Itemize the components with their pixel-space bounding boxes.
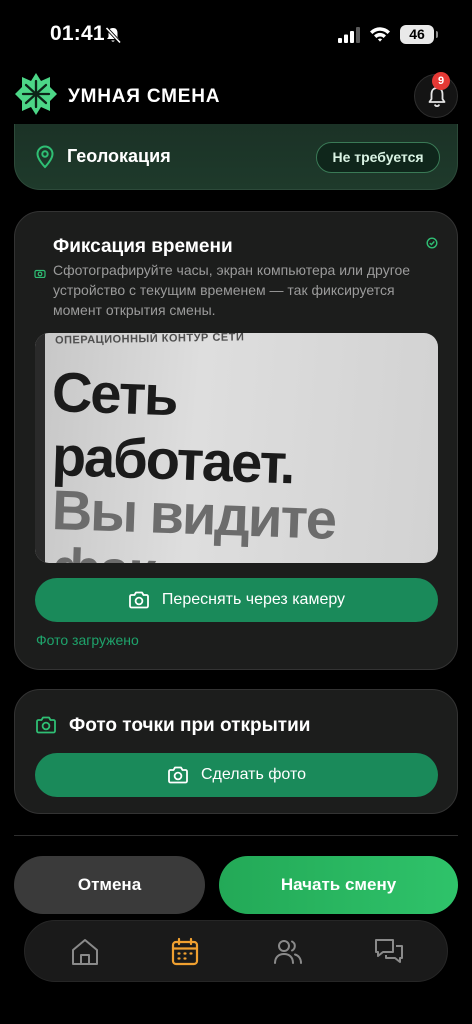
status-bar: 01:41 46 (0, 0, 472, 60)
photo-text-line: Сеть (50, 360, 178, 428)
geolocation-status-badge: Не требуется (316, 142, 440, 173)
take-photo-label: Сделать фото (200, 766, 306, 783)
battery-indicator: 46 (400, 25, 438, 44)
geolocation-label: Геолокация (67, 146, 171, 166)
app-header: УМНАЯ СМЕНА 9 (0, 68, 472, 124)
cellular-signal-icon (338, 27, 360, 43)
time-fixation-description: Сфотографируйте часы, экран компьютера и… (53, 262, 411, 318)
time-fixation-card: Фиксация времени Сфотографируйте часы, э… (14, 211, 458, 670)
photo-edge-shadow (35, 333, 45, 563)
opening-photo-title: Фото точки при открытии (69, 715, 311, 736)
geolocation-card: Геолокация Не требуется (14, 124, 458, 190)
camera-small-icon (34, 269, 46, 278)
chat-icon (375, 939, 403, 963)
tab-calendar[interactable] (165, 933, 205, 971)
retake-photo-button[interactable]: Переснять через камеру (35, 578, 438, 622)
app-title: УМНАЯ СМЕНА (68, 86, 221, 107)
wifi-icon (370, 27, 390, 42)
status-time: 01:41 (50, 22, 105, 45)
photo-uploaded-status: Фото загружено (36, 632, 139, 648)
calendar-icon (171, 937, 199, 966)
photo-text-line: фак (51, 536, 155, 563)
check-circle-icon (426, 237, 438, 249)
photo-text-caption: ОПЕРАЦИОННЫЙ КОНТУР СЕТИ (54, 333, 245, 347)
app-logo-icon (15, 73, 57, 115)
bottom-tab-bar (24, 920, 448, 982)
notification-badge: 9 (432, 72, 450, 90)
tab-home[interactable] (65, 933, 105, 971)
section-divider (14, 835, 458, 836)
start-shift-button[interactable]: Начать смену (219, 856, 458, 914)
camera-outline-icon (36, 716, 56, 734)
location-pin-icon (36, 145, 54, 169)
users-icon (274, 940, 302, 964)
cancel-button[interactable]: Отмена (14, 856, 205, 914)
tab-team[interactable] (268, 933, 308, 971)
uploaded-photo-preview[interactable]: ОПЕРАЦИОННЫЙ КОНТУР СЕТИ Сеть работает. … (35, 333, 438, 563)
take-photo-button[interactable]: Сделать фото (35, 753, 438, 797)
time-fixation-title: Фиксация времени (53, 236, 233, 257)
home-icon (72, 939, 98, 965)
bell-off-icon (105, 26, 122, 44)
camera-icon (168, 766, 188, 784)
tab-messages[interactable] (369, 933, 409, 971)
retake-photo-label: Переснять через камеру (161, 591, 346, 608)
opening-photo-card: Фото точки при открытии Сделать фото (14, 689, 458, 814)
camera-icon (129, 591, 149, 609)
